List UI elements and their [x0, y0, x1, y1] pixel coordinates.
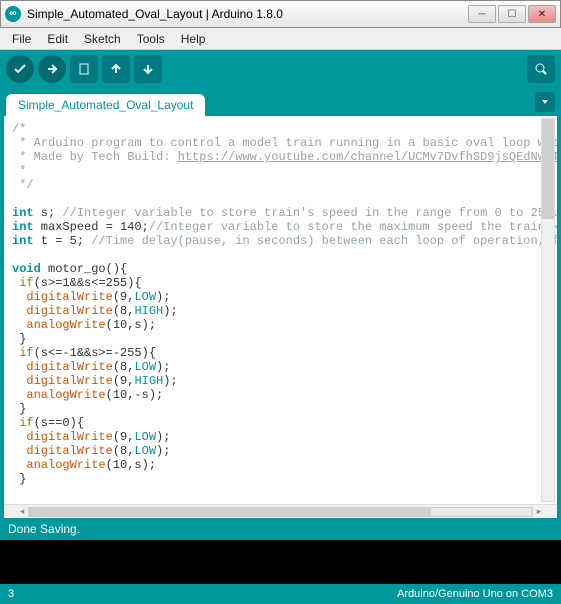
sketch-tab[interactable]: Simple_Automated_Oval_Layout [6, 94, 205, 116]
menu-help[interactable]: Help [175, 30, 212, 48]
menu-bar: File Edit Sketch Tools Help [0, 28, 561, 50]
code-text: (10,-s); [106, 388, 164, 402]
horizontal-scrollbar[interactable]: ◂ ▸ [4, 504, 557, 518]
code-func: digitalWrite [12, 304, 113, 318]
code-line: } [12, 402, 26, 416]
code-text: (s==0){ [34, 416, 84, 430]
code-keyword: int [12, 234, 34, 248]
code-const: LOW [134, 430, 156, 444]
code-text: ); [163, 304, 177, 318]
code-text: (8, [113, 304, 135, 318]
status-bar: 3 Arduino/Genuino Uno on COM3 [0, 584, 561, 604]
code-keyword: void [12, 262, 41, 276]
window-title: Simple_Automated_Oval_Layout | Arduino 1… [27, 7, 466, 21]
code-func: digitalWrite [12, 430, 113, 444]
verify-button[interactable] [6, 55, 34, 83]
code-text: s; [34, 206, 63, 220]
open-button[interactable] [102, 55, 130, 83]
serial-monitor-button[interactable] [527, 55, 555, 83]
code-text: (9, [113, 430, 135, 444]
code-const: LOW [134, 360, 156, 374]
code-comment: //Integer variable to store the maximum … [149, 220, 557, 234]
horizontal-scroll-track[interactable] [28, 507, 533, 517]
menu-edit[interactable]: Edit [41, 30, 74, 48]
code-text: (10,s); [106, 318, 156, 332]
menu-tools[interactable]: Tools [131, 30, 171, 48]
vertical-scrollbar[interactable] [541, 118, 555, 502]
code-comment: //Time delay(pause, in seconds) between … [91, 234, 557, 248]
code-func: digitalWrite [12, 374, 113, 388]
code-text: maxSpeed = 140; [34, 220, 149, 234]
minimize-button[interactable]: ─ [468, 5, 496, 23]
code-text: (s<=-1&&s>=-255){ [34, 346, 156, 360]
console-output [0, 540, 561, 584]
code-func: digitalWrite [12, 360, 113, 374]
code-text: motor_go(){ [41, 262, 127, 276]
arduino-app-icon: ∞ [5, 6, 21, 22]
code-keyword: int [12, 206, 34, 220]
code-line: * Arduino program to control a model tra… [12, 136, 557, 150]
code-text: (10,s); [106, 458, 156, 472]
code-func: analogWrite [12, 458, 106, 472]
horizontal-scroll-thumb[interactable] [29, 508, 431, 516]
code-text: (9, [113, 374, 135, 388]
vertical-scroll-thumb[interactable] [542, 119, 554, 219]
line-number: 3 [8, 588, 28, 600]
code-line: * Made by Tech Build: [12, 150, 178, 164]
code-line: */ [12, 178, 34, 192]
maximize-button[interactable]: ☐ [498, 5, 526, 23]
code-text: ); [156, 430, 170, 444]
code-text: (9, [113, 290, 135, 304]
scroll-right-arrow-icon[interactable]: ▸ [533, 506, 545, 517]
code-text: t = 5; [34, 234, 92, 248]
code-text: (s>=1&&s<=255){ [34, 276, 142, 290]
code-link: https://www.youtube.com/channel/UCMv7Dvf… [178, 150, 557, 164]
code-const: HIGH [134, 304, 163, 318]
code-keyword: if [12, 276, 34, 290]
code-keyword: if [12, 416, 34, 430]
code-editor[interactable]: /* * Arduino program to control a model … [4, 116, 557, 504]
code-line: } [12, 472, 26, 486]
editor-area: /* * Arduino program to control a model … [0, 116, 561, 518]
console-status: Done Saving. [0, 518, 561, 540]
code-text: (8, [113, 444, 135, 458]
code-const: HIGH [134, 374, 163, 388]
code-const: LOW [134, 444, 156, 458]
close-button[interactable]: ✕ [528, 5, 556, 23]
code-text: ); [156, 290, 170, 304]
code-line: * [12, 164, 26, 178]
code-line: /* [12, 122, 26, 136]
menu-file[interactable]: File [6, 30, 37, 48]
code-func: analogWrite [12, 318, 106, 332]
save-button[interactable] [134, 55, 162, 83]
upload-button[interactable] [38, 55, 66, 83]
code-text: ); [163, 374, 177, 388]
window-titlebar: ∞ Simple_Automated_Oval_Layout | Arduino… [0, 0, 561, 28]
code-text: (8, [113, 360, 135, 374]
code-func: digitalWrite [12, 290, 113, 304]
code-text: ); [156, 444, 170, 458]
code-comment: //Integer variable to store train's spee… [62, 206, 557, 220]
code-const: LOW [134, 290, 156, 304]
board-info: Arduino/Genuino Uno on COM3 [397, 588, 553, 600]
code-func: analogWrite [12, 388, 106, 402]
code-text: ); [156, 360, 170, 374]
menu-sketch[interactable]: Sketch [78, 30, 127, 48]
code-keyword: if [12, 346, 34, 360]
new-button[interactable] [70, 55, 98, 83]
toolbar [0, 50, 561, 88]
tab-strip: Simple_Automated_Oval_Layout [0, 88, 561, 116]
tab-menu-button[interactable] [535, 92, 555, 112]
code-keyword: int [12, 220, 34, 234]
code-func: digitalWrite [12, 444, 113, 458]
scroll-left-arrow-icon[interactable]: ◂ [16, 506, 28, 517]
code-line: } [12, 332, 26, 346]
